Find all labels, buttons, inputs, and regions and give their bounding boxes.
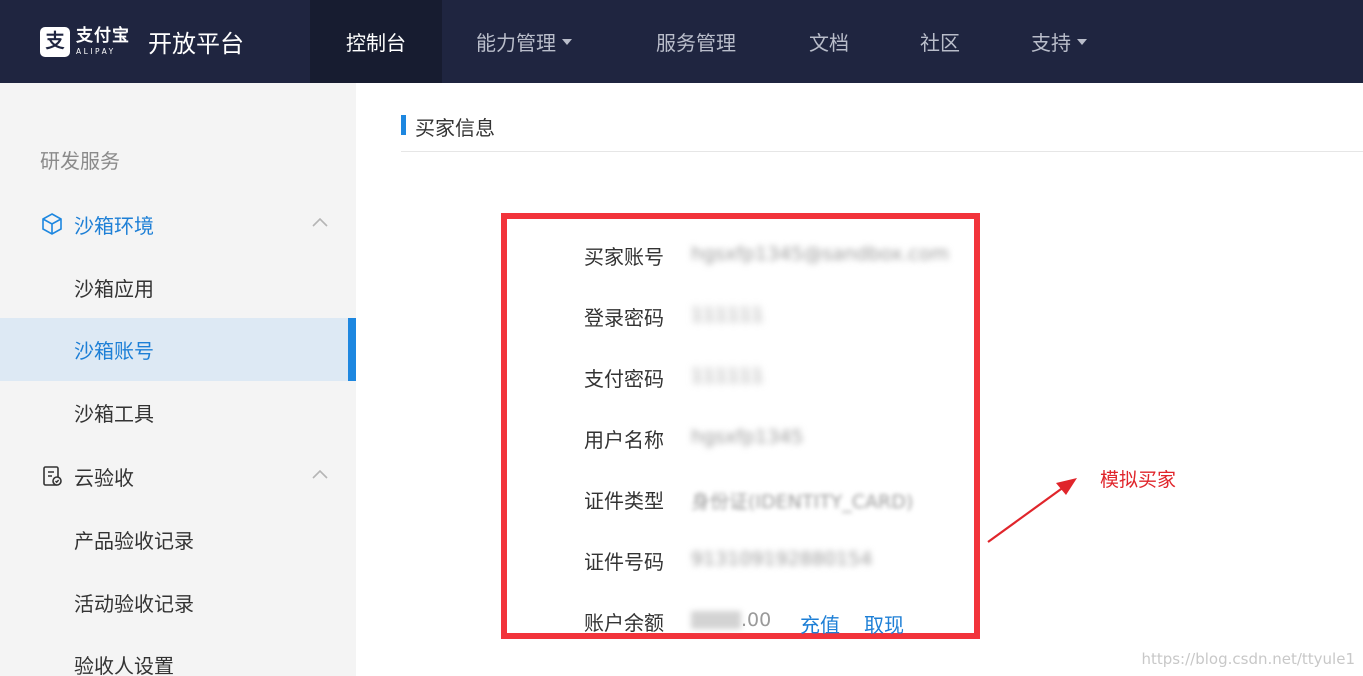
caret-down-icon bbox=[562, 38, 572, 45]
field-row-buyer-account: 买家账号 hgsxfp1345@sandbox.com bbox=[507, 235, 974, 271]
sidebar-item-activity-acceptance[interactable]: 活动验收记录 bbox=[0, 571, 356, 634]
sidebar-item-label: 沙箱账号 bbox=[74, 339, 154, 363]
sidebar-item-sandbox-tools[interactable]: 沙箱工具 bbox=[0, 381, 356, 444]
alipay-logo-text: 支付宝 ALIPAY bbox=[76, 25, 130, 56]
sidebar-item-label: 沙箱应用 bbox=[74, 277, 154, 301]
sidebar-item-acceptor-settings[interactable]: 验收人设置 bbox=[0, 633, 356, 676]
sidebar-group-cloud-acceptance[interactable]: 云验收 bbox=[0, 456, 356, 496]
field-value: 111111 bbox=[691, 365, 764, 387]
sidebar-item-product-acceptance[interactable]: 产品验收记录 bbox=[0, 508, 356, 571]
nav-service-label: 服务管理 bbox=[656, 31, 736, 55]
nav-support[interactable]: 支持 bbox=[1031, 0, 1087, 83]
platform-title: 开放平台 bbox=[148, 30, 244, 58]
sidebar: 研发服务 沙箱环境 沙箱应用 沙箱账号 沙箱工具 云验收 产品验收记录 活动验收… bbox=[0, 83, 356, 676]
sidebar-item-sandbox-app[interactable]: 沙箱应用 bbox=[0, 256, 356, 319]
recharge-link[interactable]: 充值 bbox=[800, 609, 840, 638]
annotation-arrow-icon bbox=[987, 478, 1077, 543]
field-row-username: 用户名称 hgsxfp1345 bbox=[507, 418, 974, 454]
field-row-id-number: 证件号码 913109192880154 bbox=[507, 540, 974, 576]
section-title: 买家信息 bbox=[415, 116, 495, 140]
field-label: 证件号码 bbox=[584, 550, 664, 574]
nav-capability-label: 能力管理 bbox=[476, 31, 556, 55]
section-header: 买家信息 bbox=[401, 110, 1363, 152]
nav-docs-label: 文档 bbox=[809, 31, 849, 55]
watermark: https://blog.csdn.net/ttyule1 bbox=[1141, 650, 1355, 668]
field-label: 登录密码 bbox=[584, 306, 664, 330]
sidebar-item-label: 活动验收记录 bbox=[74, 592, 194, 616]
nav-docs[interactable]: 文档 bbox=[809, 0, 849, 83]
nav-console[interactable]: 控制台 bbox=[310, 0, 442, 83]
annotation-label: 模拟买家 bbox=[1100, 469, 1177, 491]
sidebar-item-label: 沙箱工具 bbox=[74, 402, 154, 426]
field-label: 证件类型 bbox=[584, 489, 664, 513]
sidebar-group-cloud-label: 云验收 bbox=[74, 465, 134, 490]
section-accent-bar bbox=[401, 115, 406, 135]
field-value: 111111 bbox=[691, 304, 764, 326]
chevron-up-icon[interactable] bbox=[312, 468, 328, 480]
logo-cn: 支付宝 bbox=[76, 25, 130, 46]
field-row-login-password: 登录密码 111111 bbox=[507, 296, 974, 332]
field-label: 买家账号 bbox=[584, 245, 664, 269]
nav-console-label: 控制台 bbox=[346, 31, 406, 55]
sidebar-item-label: 产品验收记录 bbox=[74, 529, 194, 553]
nav-service-management[interactable]: 服务管理 bbox=[656, 0, 736, 83]
top-navigation-bar: 支 支付宝 ALIPAY 开放平台 控制台 能力管理 服务管理 文档 社区 支持 bbox=[0, 0, 1363, 83]
balance-value-tail: .00 bbox=[741, 609, 772, 631]
sidebar-group-sandbox-label: 沙箱环境 bbox=[74, 213, 154, 238]
field-value: 身份证(IDENTITY_CARD) bbox=[691, 491, 914, 513]
field-label: 用户名称 bbox=[584, 428, 664, 452]
field-label: 支付密码 bbox=[584, 367, 664, 391]
nav-support-label: 支持 bbox=[1031, 31, 1071, 55]
field-value: hgsxfp1345 bbox=[691, 426, 804, 448]
chevron-up-icon[interactable] bbox=[312, 216, 328, 228]
field-label: 账户余额 bbox=[584, 611, 664, 635]
field-row-id-type: 证件类型 身份证(IDENTITY_CARD) bbox=[507, 479, 974, 515]
logo-en: ALIPAY bbox=[76, 46, 116, 56]
buyer-info-panel: 买家账号 hgsxfp1345@sandbox.com 登录密码 111111 … bbox=[501, 213, 980, 639]
nav-community-label: 社区 bbox=[920, 31, 960, 55]
nav-capability-management[interactable]: 能力管理 bbox=[476, 0, 572, 83]
nav-community[interactable]: 社区 bbox=[920, 0, 960, 83]
brand[interactable]: 支 支付宝 ALIPAY 开放平台 bbox=[40, 0, 244, 83]
field-value: hgsxfp1345@sandbox.com bbox=[691, 243, 949, 265]
field-row-pay-password: 支付密码 111111 bbox=[507, 357, 974, 393]
field-row-balance: 账户余额 .00 充值 取现 bbox=[507, 601, 974, 637]
sidebar-item-sandbox-account[interactable]: 沙箱账号 bbox=[0, 318, 356, 381]
withdraw-link[interactable]: 取现 bbox=[864, 609, 904, 638]
field-value: 913109192880154 bbox=[691, 548, 873, 570]
sidebar-section-title: 研发服务 bbox=[40, 149, 120, 173]
sidebar-group-sandbox[interactable]: 沙箱环境 bbox=[0, 204, 356, 244]
balance-redacted bbox=[691, 611, 741, 629]
cube-icon bbox=[42, 213, 62, 235]
sidebar-item-label: 验收人设置 bbox=[74, 654, 174, 676]
clipboard-icon bbox=[43, 466, 62, 486]
caret-down-icon bbox=[1077, 38, 1087, 45]
alipay-logo-icon: 支 bbox=[40, 26, 70, 57]
